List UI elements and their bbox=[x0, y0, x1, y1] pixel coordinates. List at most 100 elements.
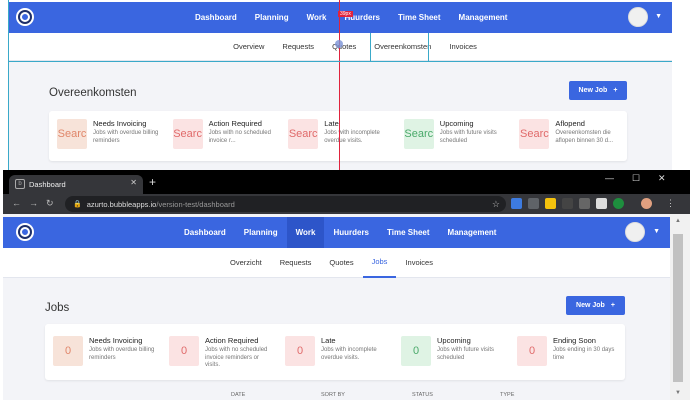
bubble-favicon-icon: b bbox=[15, 179, 25, 189]
card-desc: Jobs with future visits scheduled bbox=[439, 130, 497, 144]
nav-work[interactable]: Work bbox=[286, 217, 325, 248]
nav-planning[interactable]: Planning bbox=[235, 217, 287, 248]
browser-tabstrip: b Dashboard ✕ + — ☐ ✕ bbox=[3, 170, 690, 194]
reload-icon[interactable]: ↻ bbox=[46, 198, 54, 209]
card-title: Needs Invoicing bbox=[89, 336, 143, 345]
nav-timesheet[interactable]: Time Sheet bbox=[378, 217, 439, 248]
minimize-icon[interactable]: — bbox=[605, 173, 614, 183]
column-header-date[interactable]: DATE bbox=[231, 392, 245, 398]
scrollbar-thumb[interactable] bbox=[673, 234, 683, 382]
count-badge: 0 bbox=[169, 336, 199, 366]
editor-nav-dashboard[interactable]: Dashboard bbox=[186, 2, 246, 33]
card-desc: Jobs with overdue billing reminders bbox=[93, 130, 159, 144]
editor-main: Overeenkomsten New Job + Searc Needs Inv… bbox=[8, 62, 672, 170]
editor-card-needs-invoicing[interactable]: Searc Needs Invoicing Jobs with overdue b… bbox=[49, 111, 165, 161]
forward-icon[interactable]: → bbox=[29, 198, 38, 208]
editor-nav-timesheet[interactable]: Time Sheet bbox=[389, 2, 450, 33]
user-avatar[interactable] bbox=[625, 222, 645, 242]
nav-dashboard[interactable]: Dashboard bbox=[175, 217, 235, 248]
nav-management[interactable]: Management bbox=[439, 217, 506, 248]
browser-tab[interactable]: b Dashboard ✕ bbox=[9, 175, 143, 194]
menu-kebab-icon[interactable]: ⋮ bbox=[666, 198, 675, 209]
blue-guide-line bbox=[8, 0, 9, 170]
editor-page-title: Overeenkomsten bbox=[49, 87, 137, 99]
tab-jobs[interactable]: Jobs bbox=[362, 248, 397, 278]
editor-nav-work[interactable]: Work bbox=[298, 2, 336, 33]
extension-icon[interactable] bbox=[528, 198, 539, 209]
back-icon[interactable]: ← bbox=[12, 198, 21, 208]
card-desc: Jobs ending in 30 days time bbox=[553, 347, 615, 361]
editor-tab-overview[interactable]: Overview bbox=[224, 33, 273, 61]
extension-icon[interactable] bbox=[596, 198, 607, 209]
search-badge: Searc bbox=[403, 119, 434, 149]
extension-icon[interactable] bbox=[545, 198, 556, 209]
column-header-sortby[interactable]: SORT BY bbox=[321, 392, 345, 398]
new-job-label: New Job bbox=[576, 302, 605, 309]
scroll-up-icon[interactable]: ▲ bbox=[675, 218, 681, 224]
lock-icon: 🔒 bbox=[73, 201, 82, 208]
card-late[interactable]: 0 Late Jobs with incomplete overdue visit… bbox=[277, 324, 393, 380]
app-logo[interactable] bbox=[16, 223, 34, 241]
editor-new-job-button[interactable]: New Job + bbox=[569, 81, 627, 100]
card-desc: Jobs with no scheduled invoice r... bbox=[208, 130, 271, 144]
card-action-required[interactable]: 0 Action Required Jobs with no scheduled … bbox=[161, 324, 277, 380]
card-title: Upcoming bbox=[439, 119, 474, 128]
card-upcoming[interactable]: 0 Upcoming Jobs with future visits schedu… bbox=[393, 324, 509, 380]
editor-nav-management[interactable]: Management bbox=[450, 2, 517, 33]
column-header-type[interactable]: TYPE bbox=[500, 392, 514, 398]
editor-avatar[interactable] bbox=[628, 7, 648, 27]
card-title: Late bbox=[321, 336, 336, 345]
blue-guide-line bbox=[428, 33, 429, 61]
tab-requests[interactable]: Requests bbox=[271, 248, 321, 278]
tab-title: Dashboard bbox=[29, 180, 66, 189]
card-title: Aflopend bbox=[555, 119, 585, 128]
card-ending-soon[interactable]: 0 Ending Soon Jobs ending in 30 days time bbox=[509, 324, 625, 380]
editor-nav-huurders[interactable]: Huurders bbox=[335, 2, 389, 33]
card-title: Late bbox=[324, 119, 339, 128]
card-title: Action Required bbox=[205, 336, 259, 345]
editor-tab-overeenkomsten[interactable]: Overeenkomsten bbox=[365, 33, 440, 61]
card-desc: Jobs with overdue billing reminders bbox=[89, 347, 155, 361]
tab-quotes[interactable]: Quotes bbox=[320, 248, 362, 278]
card-needs-invoicing[interactable]: 0 Needs Invoicing Jobs with overdue billi… bbox=[45, 324, 161, 380]
tab-invoices[interactable]: Invoices bbox=[396, 248, 442, 278]
close-tab-icon[interactable]: ✕ bbox=[130, 178, 137, 187]
scrollbar[interactable]: ▲ ▼ bbox=[670, 214, 690, 400]
search-badge: Searc bbox=[288, 119, 319, 149]
column-header-status[interactable]: STATUS bbox=[412, 392, 433, 398]
scroll-down-icon[interactable]: ▼ bbox=[675, 390, 681, 396]
editor-tab-quotes[interactable]: Quotes bbox=[323, 33, 365, 61]
extension-icon[interactable] bbox=[562, 198, 573, 209]
blue-guide-line bbox=[370, 33, 371, 61]
url-host: azurto.bubbleapps.io bbox=[86, 199, 157, 209]
card-title: Ending Soon bbox=[553, 336, 596, 345]
editor-card-upcoming[interactable]: Searc Upcoming Jobs with future visits sc… bbox=[396, 111, 512, 161]
bookmark-star-icon[interactable]: ☆ bbox=[492, 199, 500, 210]
new-job-button[interactable]: New Job + bbox=[566, 296, 625, 315]
count-badge: 0 bbox=[401, 336, 431, 366]
editor-card-action-required[interactable]: Searc Action Required Jobs with no schedu… bbox=[165, 111, 281, 161]
close-window-icon[interactable]: ✕ bbox=[658, 173, 666, 184]
tab-overzicht[interactable]: Overzicht bbox=[221, 248, 271, 278]
nav-huurders[interactable]: Huurders bbox=[324, 217, 378, 248]
count-badge: 0 bbox=[285, 336, 315, 366]
extension-icon[interactable] bbox=[613, 198, 624, 209]
chevron-down-icon[interactable]: ▼ bbox=[653, 228, 660, 235]
extension-icon[interactable] bbox=[579, 198, 590, 209]
extension-icon[interactable] bbox=[511, 198, 522, 209]
card-desc: Jobs with incomplete overdue visits. bbox=[321, 347, 377, 361]
editor-tab-requests[interactable]: Requests bbox=[273, 33, 323, 61]
app-logo[interactable] bbox=[16, 8, 34, 26]
editor-card-late[interactable]: Searc Late Jobs with incomplete overdue v… bbox=[280, 111, 396, 161]
blue-guide-line bbox=[8, 61, 672, 62]
profile-icon[interactable] bbox=[641, 198, 652, 209]
address-bar[interactable]: 🔒 azurto.bubbleapps.io/version-test/dash… bbox=[65, 196, 506, 212]
maximize-icon[interactable]: ☐ bbox=[632, 173, 640, 184]
editor-card-aflopend[interactable]: Searc Aflopend Overeenkomsten die aflopen… bbox=[511, 111, 627, 161]
editor-nav-planning[interactable]: Planning bbox=[246, 2, 298, 33]
chevron-down-icon[interactable]: ▼ bbox=[655, 13, 662, 20]
editor-tab-invoices[interactable]: Invoices bbox=[440, 33, 486, 61]
app-subnav: Overzicht Requests Quotes Jobs Invoices bbox=[3, 248, 670, 278]
new-tab-button[interactable]: + bbox=[149, 175, 156, 189]
browser-toolbar: ← → ↻ 🔒 azurto.bubbleapps.io/version-tes… bbox=[3, 194, 690, 214]
